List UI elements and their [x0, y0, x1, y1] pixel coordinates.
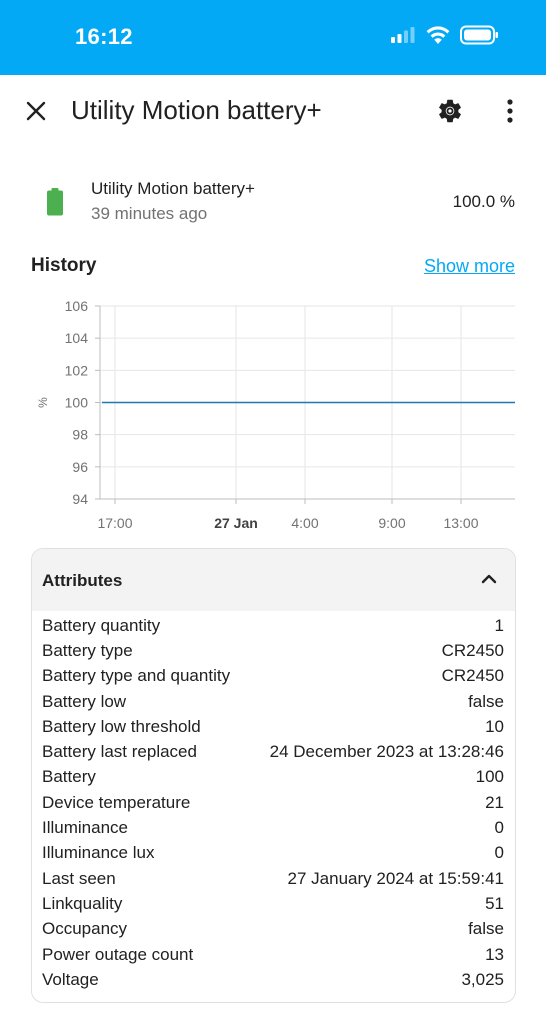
- attribute-label: Battery type: [42, 640, 133, 660]
- attribute-label: Battery type and quantity: [42, 666, 231, 686]
- settings-button[interactable]: [434, 95, 466, 127]
- attribute-value: 0: [494, 843, 504, 863]
- wifi-icon: [425, 25, 451, 50]
- attribute-row-battery-low: Battery low false: [32, 689, 515, 714]
- x-tick-label: 4:00: [291, 515, 318, 531]
- x-tick-label: 17:00: [97, 515, 132, 531]
- attribute-label: Illuminance lux: [42, 843, 155, 863]
- attribute-row-power-outage-count: Power outage count 13: [32, 942, 515, 967]
- y-tick-label: 102: [65, 362, 89, 378]
- battery-full-icon: [46, 188, 64, 221]
- attribute-label: Voltage: [42, 969, 99, 989]
- more-options-button[interactable]: [496, 95, 524, 127]
- history-chart[interactable]: 106 104 102 100 98 96 94 17:00 27 Jan 4:00 9:00 13:…: [0, 292, 546, 542]
- attribute-label: Battery: [42, 767, 96, 787]
- attribute-label: Linkquality: [42, 893, 123, 913]
- y-tick-label: 104: [65, 330, 89, 346]
- attribute-value: 51: [485, 893, 504, 913]
- attribute-row-battery-last-replaced: Battery last replaced 24 December 2023 a…: [32, 739, 515, 764]
- attribute-value: 27 January 2024 at 15:59:41: [287, 868, 504, 888]
- attribute-row-battery-type: Battery type CR2450: [32, 638, 515, 663]
- attribute-value: 1: [494, 615, 504, 635]
- entity-state-row[interactable]: Utility Motion battery+ 39 minutes ago 1…: [0, 170, 546, 230]
- attribute-label: Battery last replaced: [42, 742, 197, 762]
- attributes-header-label: Attributes: [42, 571, 123, 590]
- x-tick-label: 27 Jan: [214, 515, 258, 531]
- attribute-value: 13: [485, 944, 504, 964]
- attribute-label: Illuminance: [42, 818, 128, 838]
- x-tick-label: 9:00: [378, 515, 405, 531]
- y-tick-label: 94: [72, 491, 88, 507]
- attribute-row-battery-type-and-quantity: Battery type and quantity CR2450: [32, 664, 515, 689]
- attributes-header[interactable]: Attributes: [32, 549, 515, 611]
- attribute-label: Device temperature: [42, 792, 191, 812]
- attribute-value: false: [468, 691, 504, 711]
- y-tick-label: 98: [72, 427, 88, 443]
- entity-state-value: 100.0 %: [452, 192, 515, 211]
- dialog-title: Utility Motion battery+: [71, 95, 322, 125]
- y-axis-label: %: [36, 397, 50, 408]
- attribute-value: 100: [475, 767, 504, 787]
- attribute-row-occupancy: Occupancy false: [32, 917, 515, 942]
- attribute-value: 3,025: [461, 969, 504, 989]
- attribute-value: 10: [485, 716, 504, 736]
- attribute-value: 21: [485, 792, 504, 812]
- entity-name: Utility Motion battery+: [91, 179, 255, 198]
- show-more-link[interactable]: Show more: [424, 256, 515, 277]
- y-tick-label: 100: [65, 395, 89, 411]
- attributes-panel: Attributes Battery quantity 1 Battery ty…: [31, 548, 516, 1003]
- attribute-row-voltage: Voltage 3,025: [32, 967, 515, 992]
- attribute-label: Occupancy: [42, 919, 128, 939]
- attribute-value: 0: [494, 818, 504, 838]
- attribute-label: Battery quantity: [42, 615, 161, 635]
- more-vert-icon: [507, 99, 513, 123]
- close-button[interactable]: [22, 97, 50, 125]
- status-icons: [390, 25, 500, 50]
- attribute-value: false: [468, 919, 504, 939]
- cellular-signal-icon: [390, 26, 416, 49]
- attribute-label: Last seen: [42, 868, 116, 888]
- attribute-row-illuminance: Illuminance 0: [32, 815, 515, 840]
- attribute-value: 24 December 2023 at 13:28:46: [269, 742, 504, 762]
- battery-status-icon: [460, 25, 500, 50]
- gear-icon: [439, 99, 461, 123]
- status-time: 16:12: [75, 24, 133, 49]
- attribute-row-battery-low-threshold: Battery low threshold 10: [32, 714, 515, 739]
- entity-last-changed: 39 minutes ago: [91, 204, 208, 223]
- attribute-row-battery: Battery 100: [32, 765, 515, 790]
- close-icon: [26, 101, 46, 121]
- y-tick-label: 106: [65, 298, 89, 314]
- chevron-up-icon: [481, 574, 497, 584]
- history-heading: History: [31, 255, 97, 276]
- attribute-value: CR2450: [441, 666, 504, 686]
- attribute-label: Battery low: [42, 691, 127, 711]
- y-tick-label: 96: [72, 459, 88, 475]
- attribute-row-battery-quantity: Battery quantity 1: [32, 613, 515, 638]
- attribute-label: Battery low threshold: [42, 716, 201, 736]
- attribute-row-device-temperature: Device temperature 21: [32, 790, 515, 815]
- attribute-row-linkquality: Linkquality 51: [32, 891, 515, 916]
- attribute-row-last-seen: Last seen 27 January 2024 at 15:59:41: [32, 866, 515, 891]
- attributes-list: Battery quantity 1 Battery type CR2450 B…: [32, 611, 515, 992]
- dialog-toolbar: Utility Motion battery+: [0, 75, 546, 147]
- attribute-label: Power outage count: [42, 944, 194, 964]
- attribute-value: CR2450: [441, 640, 504, 660]
- x-tick-label: 13:00: [443, 515, 478, 531]
- status-bar: 16:12: [0, 0, 546, 75]
- attribute-row-illuminance-lux: Illuminance lux 0: [32, 841, 515, 866]
